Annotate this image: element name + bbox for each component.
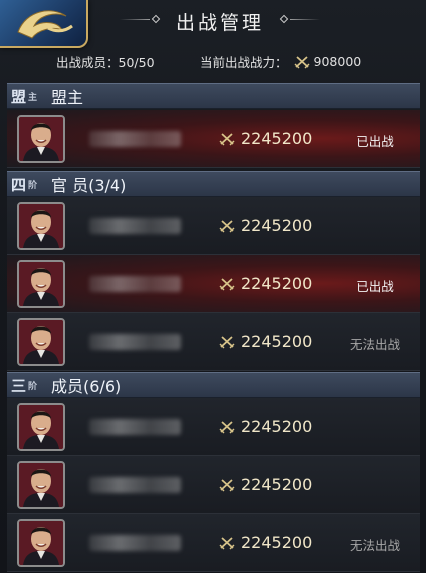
member-row[interactable]: 2245200 已出战 bbox=[7, 255, 420, 313]
member-name-blurred bbox=[89, 477, 181, 493]
current-power: 当前出战战力： 908000 bbox=[200, 52, 361, 71]
status-deployed: 已出战 bbox=[356, 134, 394, 149]
section-label: 盟主 bbox=[51, 88, 84, 107]
member-power-value: 2245200 bbox=[241, 129, 313, 148]
member-name-blurred bbox=[89, 419, 181, 435]
rank-badge: 三 阶 bbox=[9, 374, 45, 396]
crossed-swords-icon bbox=[219, 219, 235, 232]
member-power: 2245200 bbox=[219, 129, 312, 148]
avatar[interactable] bbox=[17, 519, 65, 567]
avatar[interactable] bbox=[17, 260, 65, 308]
avatar[interactable] bbox=[17, 318, 65, 366]
status-unable: 无法出战 bbox=[349, 538, 400, 553]
page-title: 出战管理 bbox=[175, 12, 264, 34]
rank-badge: 四 阶 bbox=[9, 173, 45, 195]
member-row[interactable]: 2245200 bbox=[7, 456, 420, 514]
member-row[interactable]: 2245200 无法出战 bbox=[7, 514, 420, 572]
rank-badge-main: 三 bbox=[11, 377, 27, 395]
avatar[interactable] bbox=[17, 202, 65, 250]
rank-badge-main: 盟 bbox=[11, 88, 27, 106]
crossed-swords-icon bbox=[219, 335, 235, 348]
section-leader: 盟 主 盟主 bbox=[7, 83, 420, 109]
avatar[interactable] bbox=[17, 115, 65, 163]
member-name-blurred bbox=[89, 334, 181, 350]
member-power: 2245200 bbox=[219, 533, 312, 552]
header: 出战管理 出战成员：50/50 当前出战战力： 908000 bbox=[0, 0, 426, 80]
status-deployed: 已出战 bbox=[356, 279, 394, 294]
current-power-label: 当前出战战力： bbox=[200, 55, 288, 70]
member-name-blurred bbox=[89, 131, 181, 147]
member-power-value: 2245200 bbox=[241, 417, 313, 436]
crossed-swords-icon bbox=[219, 132, 235, 145]
current-power-value: 908000 bbox=[313, 54, 362, 69]
member-power-value: 2245200 bbox=[241, 216, 313, 235]
member-power: 2245200 bbox=[219, 216, 312, 235]
avatar[interactable] bbox=[17, 461, 65, 509]
rank-badge-main: 四 bbox=[11, 176, 27, 194]
member-power-value: 2245200 bbox=[241, 533, 313, 552]
member-power-value: 2245200 bbox=[241, 475, 313, 494]
member-name-blurred bbox=[89, 218, 181, 234]
status-unable: 无法出战 bbox=[349, 337, 400, 352]
section-label: 官 员(3/4) bbox=[51, 176, 127, 195]
rank-badge-sub: 主 bbox=[28, 93, 38, 103]
member-power: 2245200 bbox=[219, 274, 312, 293]
member-name-blurred bbox=[89, 276, 181, 292]
title-divider-right bbox=[290, 19, 320, 20]
member-row[interactable]: 2245200 bbox=[7, 197, 420, 255]
member-power-value: 2245200 bbox=[241, 332, 313, 351]
member-power: 2245200 bbox=[219, 332, 312, 351]
crossed-swords-icon bbox=[219, 478, 235, 491]
member-power-value: 2245200 bbox=[241, 274, 313, 293]
member-power: 2245200 bbox=[219, 475, 312, 494]
members-count: 出战成员：50/50 bbox=[56, 55, 155, 70]
section-members: 三 阶 成员(6/6) bbox=[7, 372, 420, 398]
screen: 出战管理 出战成员：50/50 当前出战战力： 908000 盟 主 盟主 22… bbox=[0, 0, 426, 573]
member-name-blurred bbox=[89, 535, 181, 551]
crossed-swords-icon bbox=[294, 55, 310, 68]
crossed-swords-icon bbox=[219, 277, 235, 290]
member-row[interactable]: 2245200 无法出战 bbox=[7, 313, 420, 371]
portrait-avatar-icon bbox=[19, 117, 63, 161]
crossed-swords-icon bbox=[219, 536, 235, 549]
portrait-avatar-icon bbox=[19, 204, 63, 248]
section-label: 成员(6/6) bbox=[51, 377, 122, 396]
section-officers: 四 阶 官 员(3/4) bbox=[7, 171, 420, 197]
title-bar: 出战管理 bbox=[120, 6, 320, 36]
portrait-avatar-icon bbox=[19, 463, 63, 507]
stats-bar: 出战成员：50/50 当前出战战力： 908000 bbox=[0, 52, 426, 70]
member-power: 2245200 bbox=[219, 417, 312, 436]
back-emblem-button[interactable] bbox=[0, 0, 88, 48]
rank-badge-sub: 阶 bbox=[28, 181, 38, 191]
dragon-emblem-icon bbox=[17, 10, 73, 39]
portrait-avatar-icon bbox=[19, 521, 63, 565]
avatar[interactable] bbox=[17, 403, 65, 451]
portrait-avatar-icon bbox=[19, 405, 63, 449]
portrait-avatar-icon bbox=[19, 320, 63, 364]
member-row[interactable]: 2245200 bbox=[7, 398, 420, 456]
rank-badge-sub: 阶 bbox=[28, 382, 38, 392]
member-row[interactable]: 2245200 已出战 bbox=[7, 110, 420, 168]
rank-badge: 盟 主 bbox=[9, 85, 45, 107]
crossed-swords-icon bbox=[219, 420, 235, 433]
portrait-avatar-icon bbox=[19, 262, 63, 306]
